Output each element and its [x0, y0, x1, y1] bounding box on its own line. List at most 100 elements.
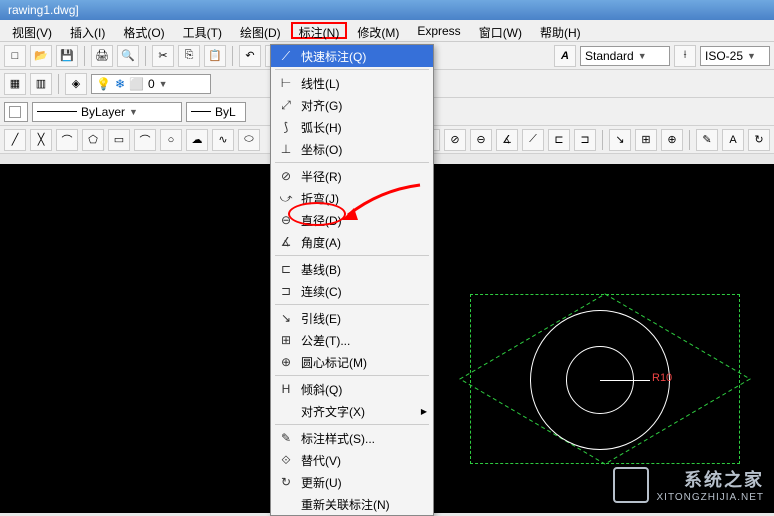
menu-item[interactable]: ⊞公差(T)...	[271, 329, 433, 351]
spline-icon[interactable]: ∿	[212, 129, 234, 151]
watermark: 系统之家 XITONGZHIJIA.NET	[613, 466, 765, 503]
menu-item[interactable]: ⊐ 连续(C)	[271, 280, 433, 302]
menu-item[interactable]: ⟋ 快速标注(Q)	[271, 45, 433, 67]
copy-icon[interactable]: ⎘	[178, 45, 200, 67]
print-icon[interactable]: 🖨	[91, 45, 113, 67]
menu-item[interactable]: ⊢线性(L)	[271, 72, 433, 94]
menu-item-icon: ⟋	[277, 48, 295, 64]
menu-item-label: 线性(L)	[301, 75, 340, 92]
dim-style-combo[interactable]: ISO-25 ▼	[700, 46, 770, 66]
menu-item-label: 直径(D)	[301, 212, 342, 229]
menu-item[interactable]: ⤻折弯(J)	[271, 187, 433, 209]
menu-item[interactable]: ↘引线(E)	[271, 307, 433, 329]
menu-item[interactable]: ⊏基线(B)	[271, 258, 433, 280]
xline-icon[interactable]: ╳	[30, 129, 52, 151]
menu-item-label: 对齐(G)	[301, 97, 342, 114]
dim-radius-icon[interactable]: ⊘	[444, 129, 466, 151]
color-combo[interactable]	[4, 102, 28, 122]
menu-item-label: 公差(T)...	[301, 332, 350, 349]
menu-item[interactable]: ⊖直径(D)	[271, 209, 433, 231]
text-style-combo[interactable]: Standard ▼	[580, 46, 670, 66]
undo-icon[interactable]: ↶	[239, 45, 261, 67]
menu-item[interactable]: ⊥坐标(O)	[271, 138, 433, 160]
menu-item[interactable]: ⊘半径(R)	[271, 165, 433, 187]
menu-item[interactable]: 插入(I)	[62, 22, 113, 39]
menu-item-icon: ↻	[277, 474, 295, 490]
dim-edit-icon[interactable]: ✎	[696, 129, 718, 151]
dim-diameter-icon[interactable]: ⊖	[470, 129, 492, 151]
layer-icon[interactable]: ▦	[4, 73, 26, 95]
paste-icon[interactable]: 📋	[204, 45, 226, 67]
menu-item[interactable]: 帮助(H)	[532, 22, 589, 39]
layer-value: 0	[148, 77, 155, 91]
circle-icon[interactable]: ○	[160, 129, 182, 151]
pline-icon[interactable]: ⌒	[56, 129, 78, 151]
menu-item[interactable]: ↻更新(U)	[271, 471, 433, 493]
lineweight-combo[interactable]: ByL	[186, 102, 246, 122]
menu-item-label: 快速标注(Q)	[301, 48, 366, 65]
dim-angular-icon[interactable]: ∡	[496, 129, 518, 151]
menu-item[interactable]: 重新关联标注(N)	[271, 493, 433, 515]
menu-separator	[275, 162, 429, 163]
menu-item[interactable]: H倾斜(Q)	[271, 378, 433, 400]
ellipse-icon[interactable]: ⬭	[238, 129, 260, 151]
line-icon[interactable]: ╱	[4, 129, 26, 151]
layer-combo[interactable]: 💡❄⬜ 0 ▼	[91, 74, 211, 94]
layer-props-icon[interactable]: ▥	[30, 73, 52, 95]
tolerance-icon[interactable]: ⊞	[635, 129, 657, 151]
menu-item[interactable]: ⟐ 替代(V)	[271, 449, 433, 471]
dim-style-value: ISO-25	[705, 49, 743, 63]
menu-item[interactable]: ⊕圆心标记(M)	[271, 351, 433, 373]
menu-item[interactable]: 对齐文字(X)	[271, 400, 433, 422]
menu-item-icon: ∡	[277, 234, 295, 250]
menu-item[interactable]: Express	[409, 22, 468, 39]
arc-icon[interactable]: ⌒	[134, 129, 156, 151]
menu-item[interactable]: ⤢对齐(G)	[271, 94, 433, 116]
menu-item-icon: ⊐	[277, 283, 295, 299]
dim-update-icon[interactable]: ↻	[748, 129, 770, 151]
menu-item[interactable]: 工具(T)	[175, 22, 230, 39]
save-icon[interactable]: 💾	[56, 45, 78, 67]
menu-item[interactable]: ⟆ 弧长(H)	[271, 116, 433, 138]
open-icon[interactable]: 📂	[30, 45, 52, 67]
menu-item-label: 连续(C)	[301, 283, 342, 300]
menu-item-icon: ✎	[277, 430, 295, 446]
menu-item-icon: ⊘	[277, 168, 295, 184]
menu-item-label: 替代(V)	[301, 452, 341, 469]
dim-continue-icon[interactable]: ⊐	[574, 129, 596, 151]
menu-item[interactable]: 格式(O)	[115, 22, 172, 39]
menu-separator	[275, 424, 429, 425]
dim-tedit-icon[interactable]: A	[722, 129, 744, 151]
menu-item-label: 弧长(H)	[301, 119, 342, 136]
dim-baseline-icon[interactable]: ⊏	[548, 129, 570, 151]
menu-item[interactable]: 视图(V)	[4, 22, 60, 39]
menu-bar: 视图(V)插入(I)格式(O)工具(T)绘图(D)标注(N)修改(M)Expre…	[0, 20, 774, 42]
center-mark-icon[interactable]: ⊕	[661, 129, 683, 151]
text-style-icon[interactable]: A	[554, 45, 576, 67]
linetype-combo[interactable]: ByLayer ▼	[32, 102, 182, 122]
text-style-value: Standard	[585, 49, 634, 63]
menu-item[interactable]: ∡角度(A)	[271, 231, 433, 253]
rectangle-icon[interactable]: ▭	[108, 129, 130, 151]
menu-separator	[275, 255, 429, 256]
layer-state-icon[interactable]: ◈	[65, 73, 87, 95]
watermark-url: XITONGZHIJIA.NET	[657, 492, 765, 503]
menu-item[interactable]: 绘图(D)	[232, 22, 289, 39]
menu-item-icon: ⊥	[277, 141, 295, 157]
dim-style-icon[interactable]: ⟊	[674, 45, 696, 67]
polygon-icon[interactable]: ⬠	[82, 129, 104, 151]
menu-item[interactable]: 标注(N)	[291, 22, 348, 39]
menu-item[interactable]: ✎标注样式(S)...	[271, 427, 433, 449]
revcloud-icon[interactable]: ☁	[186, 129, 208, 151]
plot-preview-icon[interactable]: 🔍	[117, 45, 139, 67]
menu-item-icon: ⟐	[277, 452, 295, 468]
menu-item[interactable]: 窗口(W)	[471, 22, 530, 39]
menu-item[interactable]: 修改(M)	[349, 22, 407, 39]
menu-item-icon: ⟆	[277, 119, 295, 135]
menu-item-icon: ⊏	[277, 261, 295, 277]
cut-icon[interactable]: ✂	[152, 45, 174, 67]
leader-icon[interactable]: ↘	[609, 129, 631, 151]
new-icon[interactable]: □	[4, 45, 26, 67]
dim-quick-icon[interactable]: ⟋	[522, 129, 544, 151]
menu-separator	[275, 375, 429, 376]
